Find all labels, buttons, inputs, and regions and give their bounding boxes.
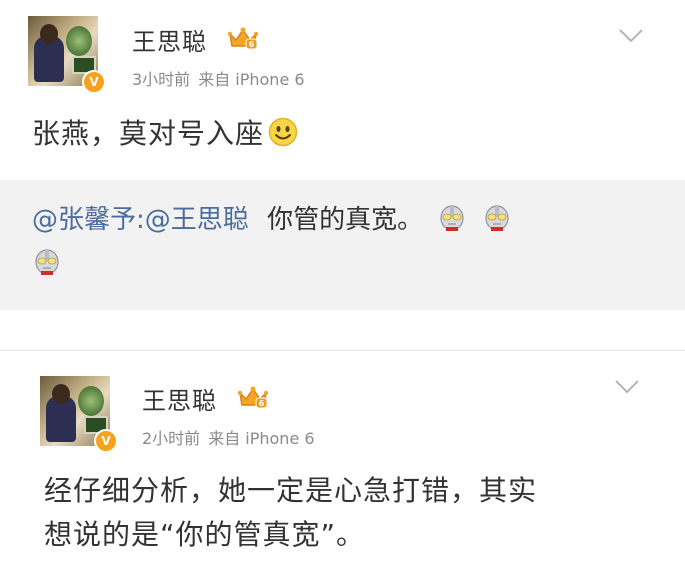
post-body: 张燕，莫对号入座 (32, 117, 265, 150)
chevron-down-icon[interactable] (614, 379, 640, 395)
verified-badge-icon: V (94, 429, 118, 453)
chevron-down-icon[interactable] (618, 28, 644, 44)
post-source: 来自 iPhone 6 (208, 429, 315, 448)
post-meta: 2小时前 来自 iPhone 6 (142, 425, 323, 449)
repost-text: @张馨予:@王思聪 你管的真宽。 (32, 198, 652, 286)
weibo-post: V 王思聪 6 3小时前 来自 iPhone 6 张燕，莫对号入座 @张馨予:@… (0, 0, 685, 330)
repost-body: 你管的真宽。 (267, 205, 424, 235)
vip-level-label: 6 (249, 40, 255, 49)
post-time[interactable]: 3小时前 (132, 70, 190, 89)
ultraman-emoji-icon (35, 249, 59, 275)
vip-crown-icon[interactable]: 6 (228, 26, 258, 50)
vip-crown-icon[interactable]: 6 (238, 385, 268, 409)
ultraman-emoji-icon (440, 205, 464, 231)
post-meta: 3小时前 来自 iPhone 6 (132, 66, 313, 90)
weibo-feed: V 王思聪 6 3小时前 来自 iPhone 6 张燕，莫对号入座 @张馨予:@… (0, 0, 685, 587)
vip-level-label: 6 (259, 399, 265, 408)
smiley-emoji-icon (268, 117, 298, 147)
author-name[interactable]: 王思聪 (142, 381, 217, 416)
post-body-line: 经仔细分析，她一定是心急打错，其实 (44, 474, 538, 507)
mention-link[interactable]: @王思聪 (145, 205, 249, 235)
post-text: 经仔细分析，她一定是心急打错，其实 想说的是“你的管真宽”。 (44, 469, 664, 557)
post-text: 张燕，莫对号入座 (32, 112, 298, 156)
post-source: 来自 iPhone 6 (198, 70, 305, 89)
author-name[interactable]: 王思聪 (132, 22, 207, 57)
post-time[interactable]: 2小时前 (142, 429, 200, 448)
ultraman-emoji-icon (485, 205, 509, 231)
repost-separator: : (136, 205, 145, 235)
post-body-line: 想说的是“你的管真宽”。 (44, 518, 366, 551)
verified-badge-icon: V (82, 70, 106, 94)
weibo-post: V 王思聪 6 2小时前 来自 iPhone 6 经仔细分析，她一定是心急打错，其… (0, 350, 685, 587)
repost-block[interactable]: @张馨予:@王思聪 你管的真宽。 (0, 180, 685, 310)
mention-link[interactable]: @张馨予 (32, 205, 136, 235)
